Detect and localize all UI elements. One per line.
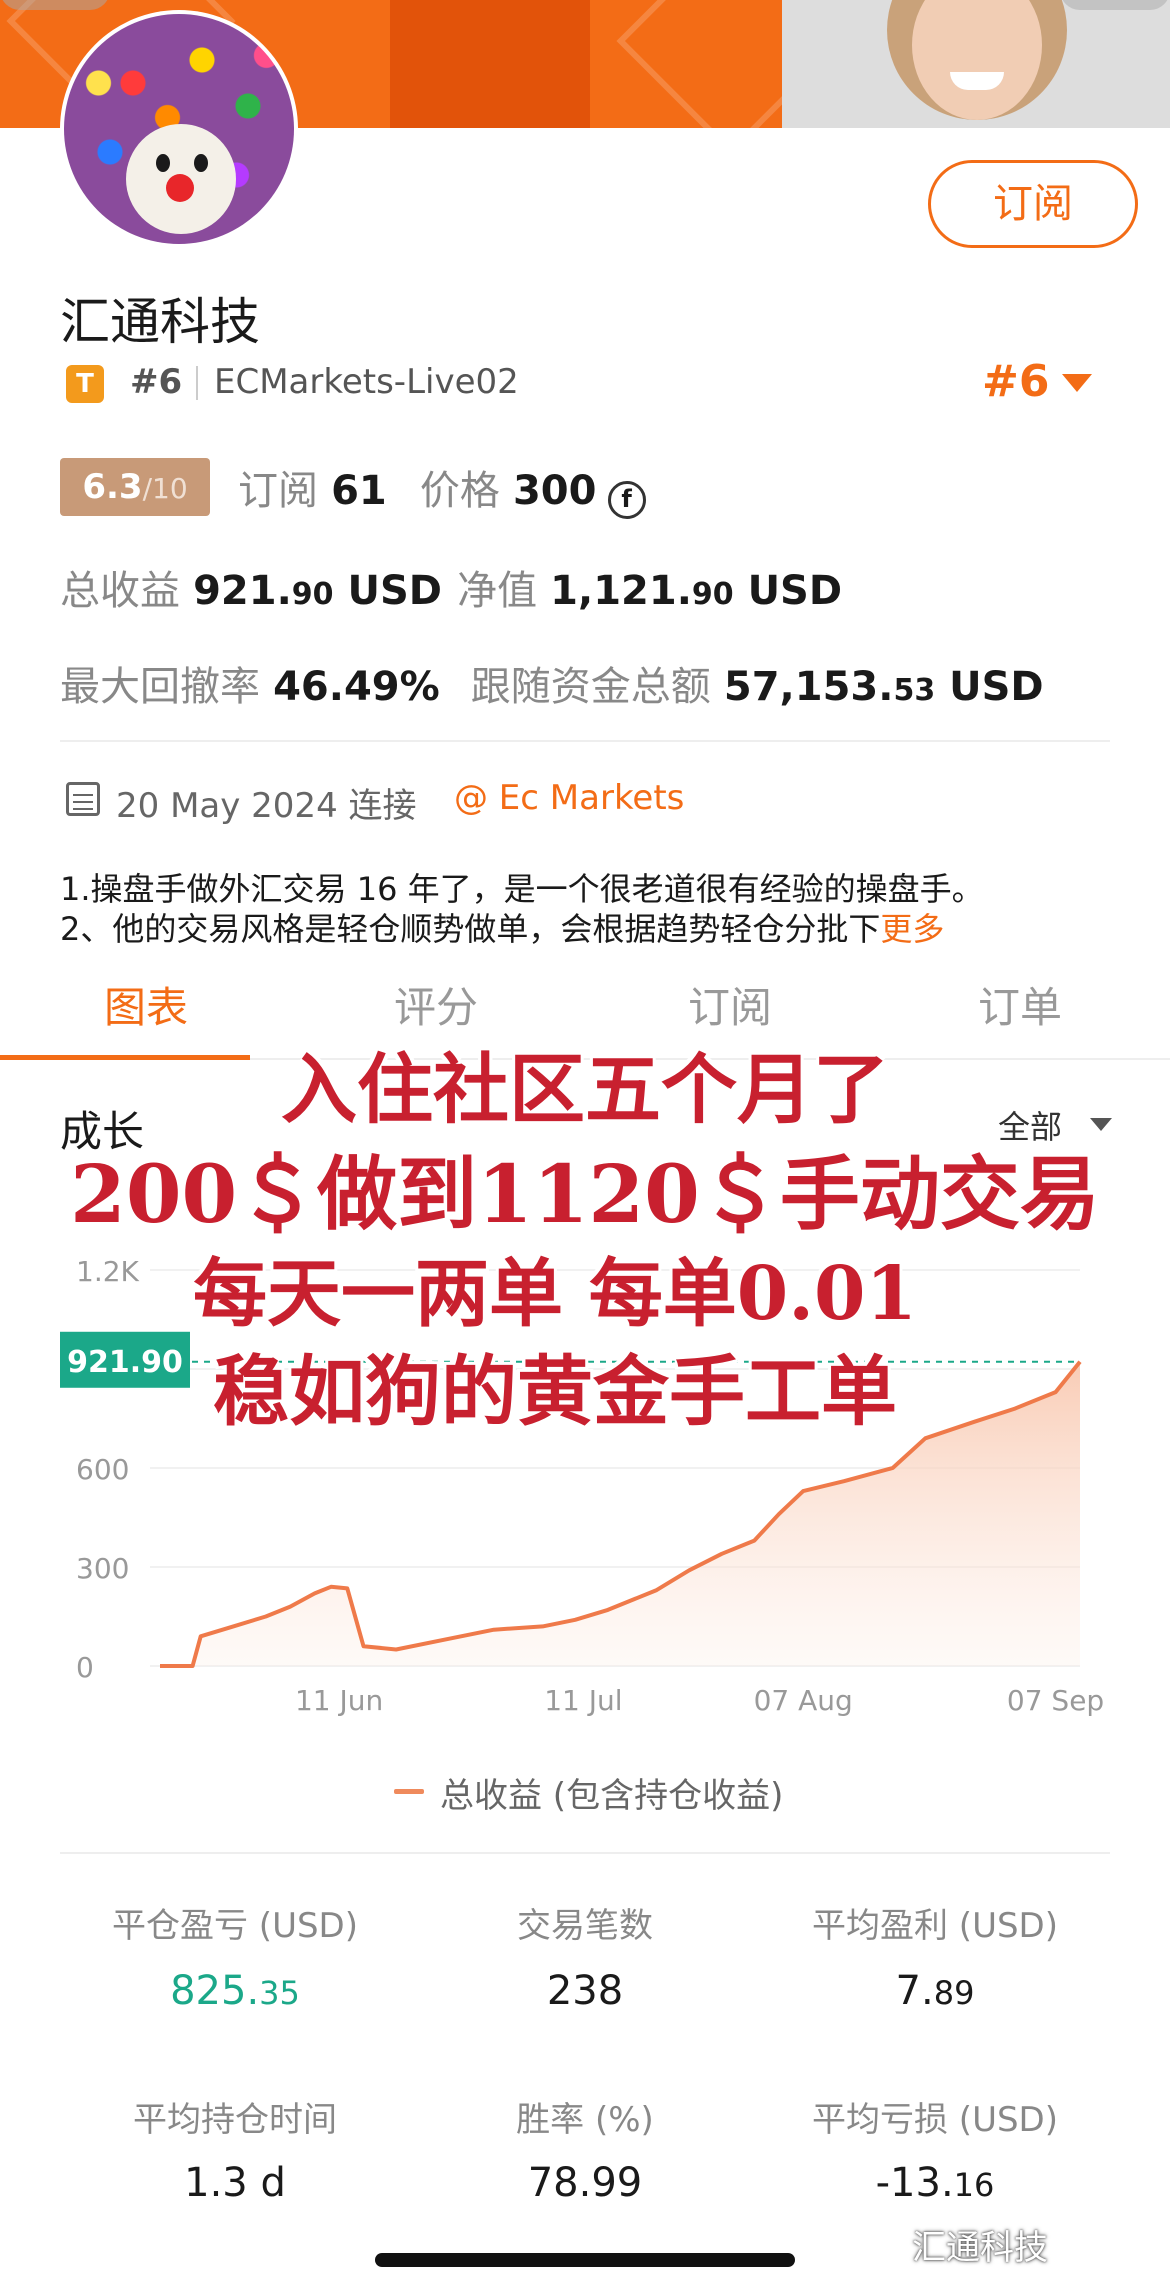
total-profit-label: 总收益 <box>60 568 180 614</box>
stat-label: 平仓盈亏 (USD) <box>112 1906 358 1946</box>
legend-swatch <box>394 1789 424 1794</box>
trader-badge-icon: T <box>66 365 104 403</box>
profit-row: 总收益 921.90 USD 净值 1,121.90 USD <box>60 558 842 616</box>
max-drawdown-label: 最大回撤率 <box>60 664 260 710</box>
banner-photo <box>782 0 1170 128</box>
x-tick-label: 07 Aug <box>754 1684 853 1717</box>
home-indicator[interactable] <box>375 2253 795 2267</box>
stat-label: 胜率 (%) <box>516 2100 654 2140</box>
avatar <box>60 10 298 248</box>
stat-value: 825.35 <box>170 1968 300 2014</box>
x-tick-label: 11 Jun <box>295 1684 383 1717</box>
calendar-icon <box>66 782 100 816</box>
stat-value: 238 <box>546 1968 624 2014</box>
banner-pattern <box>390 0 590 128</box>
follow-funds-value: 57,153.53 USD <box>723 664 1044 710</box>
stat-value: -13.16 <box>875 2160 995 2206</box>
price-value: 300 <box>512 468 597 514</box>
stat-label: 平均盈利 (USD) <box>812 1906 1058 1946</box>
stat-label: 交易笔数 <box>517 1906 653 1946</box>
y-tick-label: 0 <box>76 1651 94 1684</box>
tab-rating[interactable]: 评分 <box>394 974 478 1035</box>
score-denominator: /10 <box>142 472 188 505</box>
subscriptions-label: 订阅 <box>238 468 318 514</box>
divider <box>60 740 1110 742</box>
stat-value: 7.89 <box>895 1968 975 2014</box>
equity-value: 1,121.90 USD <box>550 568 843 614</box>
overlay-caption: 每天一两单 每单0.01 <box>193 1251 917 1337</box>
tab-orders[interactable]: 订单 <box>978 974 1062 1035</box>
broker-link[interactable]: @ Ec Markets <box>454 778 684 818</box>
rank-selector[interactable]: #6 <box>982 356 1049 407</box>
back-button[interactable] <box>0 0 110 10</box>
stat-label: 平均亏损 (USD) <box>812 2100 1058 2140</box>
tab-subscribe[interactable]: 订阅 <box>688 974 772 1035</box>
follow-funds-label: 跟随资金总额 <box>470 664 711 710</box>
watermark: 汇通科技 <box>912 2228 1048 2268</box>
equity-label: 净值 <box>457 568 538 614</box>
y-tick-label: 600 <box>76 1453 129 1486</box>
overlay-caption: 200＄做到1120＄手动交易 <box>70 1147 1100 1241</box>
more-link[interactable]: 更多 <box>880 910 944 948</box>
rank-label: #6 <box>130 362 183 402</box>
coin-icon: f <box>607 480 646 519</box>
price-label: 价格 <box>419 468 500 514</box>
legend-label: 总收益 (包含持仓收益) <box>440 1776 784 1816</box>
tab-chart[interactable]: 图表 <box>104 974 188 1035</box>
overlay-caption: 稳如狗的黄金手工单 <box>213 1347 897 1436</box>
trader-name: 汇通科技 <box>60 293 260 351</box>
stat-value: 78.99 <box>527 2160 643 2206</box>
stat-value: 1.3 d <box>184 2160 286 2206</box>
overlay-caption: 入住社区五个月了 <box>281 1045 889 1134</box>
server-name: ECMarkets-Live02 <box>214 362 519 402</box>
x-tick-label: 11 Jul <box>544 1684 622 1717</box>
share-button[interactable] <box>1060 0 1170 10</box>
subscription-stat: 订阅 61 价格 300 f <box>238 458 646 519</box>
subscribe-button[interactable]: 订阅 <box>928 160 1138 248</box>
score-badge: 6.3/10 <box>60 458 210 516</box>
connect-date: 20 May 2024 连接 <box>116 786 417 826</box>
score-value: 6.3 <box>82 467 143 507</box>
divider <box>196 366 198 400</box>
x-tick-label: 07 Sep <box>1007 1684 1104 1717</box>
total-profit-value: 921.90 USD <box>193 568 442 614</box>
subscriptions-value: 61 <box>331 468 387 514</box>
divider <box>60 1852 1110 1854</box>
stat-label: 平均持仓时间 <box>133 2100 337 2140</box>
description-line: 2、他的交易风格是轻仓顺势做单，会根据趋势轻仓分批下更多 <box>60 910 945 948</box>
caret-down-icon[interactable] <box>1062 374 1092 392</box>
y-tick-label: 300 <box>76 1552 129 1585</box>
max-drawdown-value: 46.49% <box>273 664 440 710</box>
drawdown-row: 最大回撤率 46.49% 跟随资金总额 57,153.53 USD <box>60 654 1044 712</box>
